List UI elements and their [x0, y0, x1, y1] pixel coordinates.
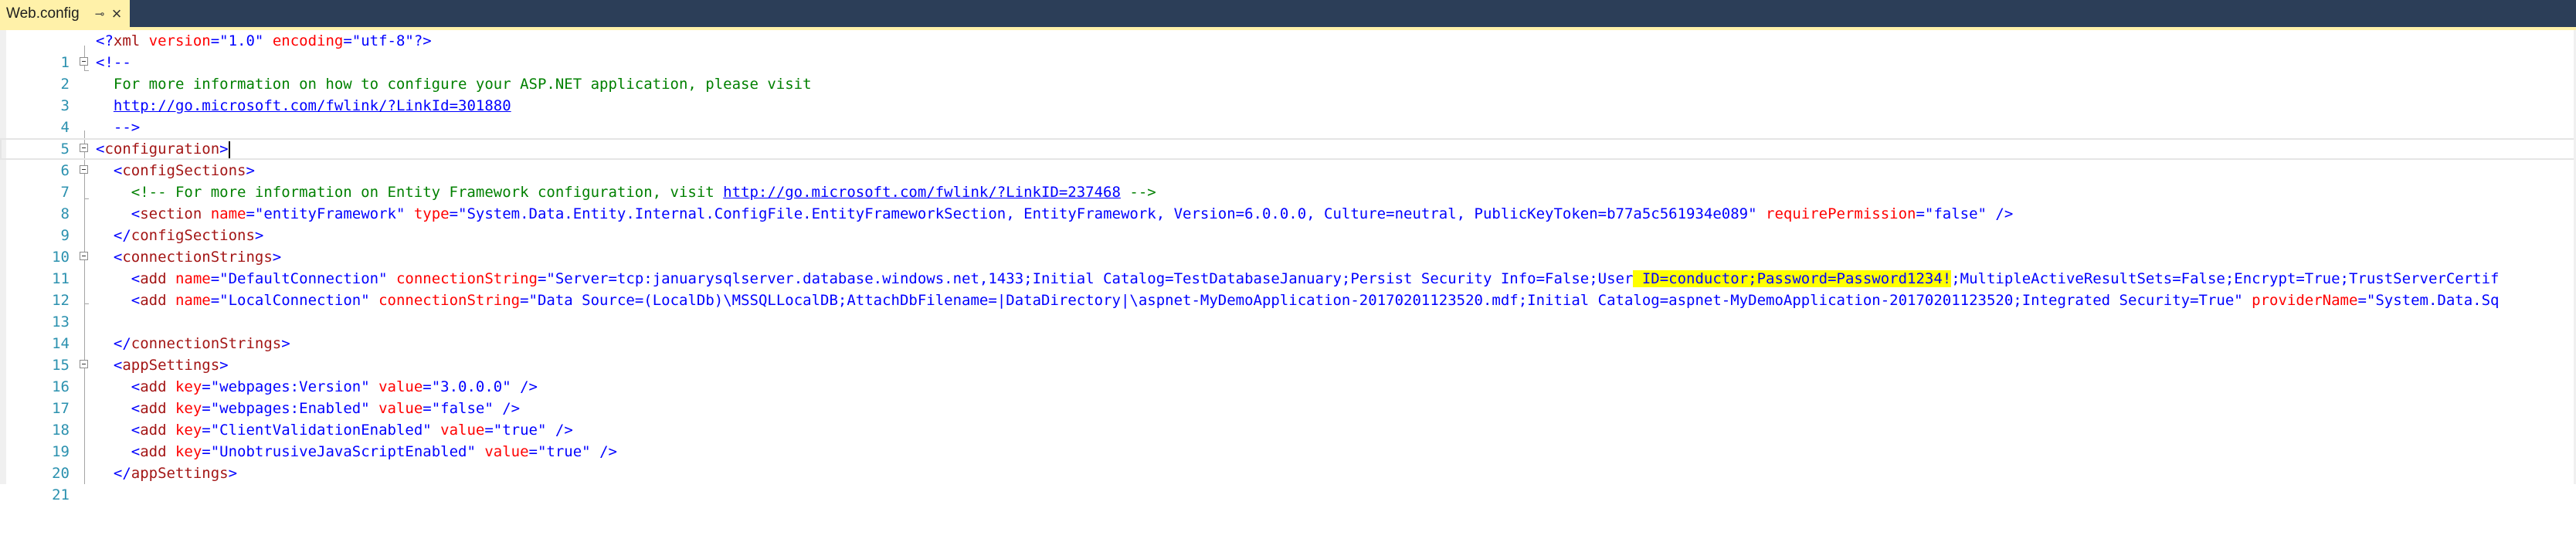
code-line[interactable]: 9 <section name="entityFramework" type="…	[0, 203, 2576, 244]
code-line[interactable]: 14	[0, 311, 2576, 352]
collapse-icon[interactable]	[80, 252, 88, 260]
code-line[interactable]: 1 <?xml version="1.0" encoding="utf-8"?>	[0, 30, 2576, 71]
code-line[interactable]: 17 <add key="webpages:Version" value="3.…	[0, 376, 2576, 417]
collapse-icon[interactable]	[80, 144, 88, 152]
highlighted-credentials: ID=conductor;Password=Password1234!	[1633, 270, 1952, 287]
line-number: 21	[52, 486, 70, 503]
xml-comment: For more information on how to configure…	[96, 76, 812, 93]
collapse-icon[interactable]	[80, 360, 88, 368]
code-line[interactable]: 16 <appSettings>	[0, 354, 2576, 395]
collapse-icon[interactable]	[80, 165, 88, 174]
code-editor[interactable]: 1 <?xml version="1.0" encoding="utf-8"?>…	[0, 30, 2576, 503]
code-line[interactable]: 3 For more information on how to configu…	[0, 73, 2576, 114]
code-line[interactable]: 7 <configSections>	[0, 160, 2576, 201]
code-line[interactable]: 8 <!-- For more information on Entity Fr…	[0, 181, 2576, 222]
document-tab-strip: Web.config ⊸ ×	[0, 0, 2576, 27]
code-line[interactable]: 19 <add key="ClientValidationEnabled" va…	[0, 419, 2576, 460]
code-line-current[interactable]: 6 <configuration>	[0, 138, 2576, 179]
comment-link[interactable]: http://go.microsoft.com/fwlink/?LinkId=3…	[114, 97, 511, 114]
code-line[interactable]: 4 http://go.microsoft.com/fwlink/?LinkId…	[0, 95, 2576, 136]
collapse-icon[interactable]	[80, 57, 88, 66]
pin-icon[interactable]: ⊸	[93, 7, 107, 21]
text-caret	[228, 141, 230, 158]
code-line[interactable]: 10 </configSections>	[0, 225, 2576, 266]
code-line[interactable]: 11 <connectionStrings>	[0, 246, 2576, 287]
comment-link[interactable]: http://go.microsoft.com/fwlink/?LinkID=2…	[723, 184, 1121, 201]
code-line[interactable]: 21 </appSettings>	[0, 463, 2576, 503]
tab-web-config[interactable]: Web.config ⊸ ×	[0, 0, 130, 27]
code-line[interactable]: 20 <add key="UnobtrusiveJavaScriptEnable…	[0, 441, 2576, 482]
code-line[interactable]: 15 </connectionStrings>	[0, 333, 2576, 374]
code-line[interactable]: 13 <add name="LocalConnection" connectio…	[0, 290, 2576, 330]
code-line[interactable]: 18 <add key="webpages:Enabled" value="fa…	[0, 398, 2576, 439]
code-line[interactable]: 12 <add name="DefaultConnection" connect…	[0, 268, 2576, 309]
code-line[interactable]: 5 -->	[0, 117, 2576, 158]
close-icon[interactable]: ×	[107, 4, 127, 24]
code-line[interactable]: 2 <!--	[0, 52, 2576, 93]
tab-title: Web.config	[6, 5, 80, 22]
